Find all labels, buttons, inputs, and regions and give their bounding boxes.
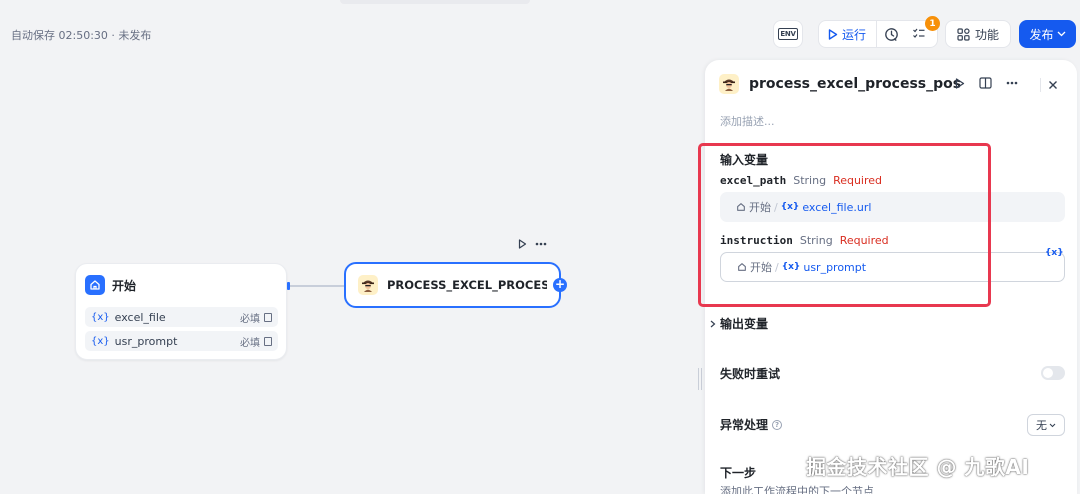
more-icon[interactable] [1006, 81, 1018, 85]
start-variable-row[interactable]: {x} usr_prompt 必填 [85, 331, 278, 351]
param-type: String [799, 234, 833, 247]
start-variable-row[interactable]: {x} excel_file 必填 [85, 307, 278, 327]
source-variable-name: excel_file.url [802, 200, 872, 214]
agent-avatar-icon [358, 275, 378, 295]
divider [1040, 78, 1041, 92]
history-clock-icon [884, 27, 898, 41]
process-node[interactable]: PROCESS_EXCEL_PROCESS_POST [344, 262, 561, 308]
watermark-text: 掘金技术社区 @ 九歌AI [806, 455, 1030, 479]
file-type-icon [264, 312, 272, 322]
autosave-status: 自动保存 02:50:30 · 未发布 [11, 29, 152, 42]
panel-resize-handle[interactable] [698, 368, 702, 390]
env-button[interactable]: ENV [773, 20, 803, 48]
output-variables-toggle[interactable]: 输出变量 [710, 315, 768, 332]
required-tag: 必填 [240, 334, 272, 349]
output-variables-title: 输出变量 [720, 317, 769, 331]
issues-badge: 1 [925, 16, 940, 31]
source-variable: {x} usr_prompt [782, 261, 866, 274]
home-icon [738, 263, 746, 271]
start-node-header: 开始 [85, 275, 136, 295]
variable-icon: {x} [781, 262, 801, 272]
variable-insert-icon[interactable]: {x} [1045, 248, 1064, 258]
chevron-down-icon [1057, 31, 1065, 37]
chevron-down-icon [1049, 423, 1056, 427]
publish-label: 发布 [1029, 27, 1054, 42]
env-icon: ENV [778, 28, 798, 40]
canvas-top-marker [340, 0, 530, 4]
instruction-value-selector[interactable]: 开始 / {x} usr_prompt [720, 252, 1065, 282]
variable-name: excel_file [114, 310, 166, 324]
source-node-name: 开始 [750, 261, 772, 274]
retry-toggle[interactable] [1041, 366, 1065, 380]
variable-icon: {x} [780, 202, 800, 212]
param-instruction: instruction String Required [720, 234, 889, 247]
process-node-title: PROCESS_EXCEL_PROCESS_POST [387, 278, 547, 292]
publish-button[interactable]: 发布 [1019, 20, 1076, 48]
run-node-icon[interactable] [518, 239, 527, 249]
source-node: 开始 [736, 199, 771, 215]
param-name: instruction [720, 234, 793, 247]
node-toolbar [518, 239, 547, 249]
more-icon[interactable] [535, 242, 547, 246]
required-label: 必填 [240, 337, 260, 349]
input-variables-title: 输入变量 [720, 153, 769, 167]
source-variable-name: usr_prompt [803, 260, 867, 274]
connection-edge[interactable] [290, 285, 344, 287]
next-step-title: 下一步 [720, 466, 757, 480]
exception-handling-value: 无 [1036, 419, 1047, 432]
panel-actions [955, 77, 1018, 89]
play-icon [828, 28, 838, 40]
param-name: excel_path [720, 174, 787, 187]
help-icon[interactable]: ? [772, 419, 783, 430]
text-type-icon [264, 336, 272, 346]
checklist-icon [913, 28, 925, 38]
excel-path-value-selector[interactable]: 开始 / {x} excel_file.url [720, 192, 1065, 222]
param-type: String [793, 174, 827, 187]
exception-handling-text: 异常处理 [720, 418, 769, 432]
source-node-name: 开始 [749, 201, 771, 214]
exception-handling-select[interactable]: 无 [1027, 414, 1065, 436]
run-step-icon[interactable] [955, 77, 965, 89]
run-label: 运行 [842, 27, 867, 42]
path-separator: / [774, 200, 778, 214]
param-required: Required [833, 174, 883, 187]
node-config-panel: process_excel_process_pos 添加描述... 输入变量 e… [705, 60, 1077, 494]
history-button[interactable] [877, 21, 905, 47]
home-icon [737, 203, 745, 211]
help-book-icon[interactable] [979, 77, 992, 89]
description-input[interactable]: 添加描述... [720, 113, 775, 129]
path-separator: / [775, 260, 779, 274]
panel-title[interactable]: process_excel_process_pos [749, 76, 961, 92]
source-node: 开始 [737, 259, 772, 275]
agent-avatar-icon [719, 74, 739, 94]
chevron-right-icon [710, 320, 716, 327]
start-node[interactable]: 开始 {x} excel_file 必填 {x} usr_prompt 必填 [75, 263, 287, 360]
param-excel-path: excel_path String Required [720, 174, 882, 187]
start-node-title: 开始 [112, 278, 137, 293]
run-toolbar: 运行 [818, 20, 938, 48]
features-button[interactable]: 功能 [945, 20, 1011, 48]
required-tag: 必填 [240, 310, 272, 325]
param-required: Required [839, 234, 889, 247]
source-variable: {x} excel_file.url [781, 201, 872, 214]
variable-name: usr_prompt [114, 334, 178, 348]
retry-on-failure-label: 失败时重试 [720, 367, 781, 381]
exception-handling-label: 异常处理 ? [720, 416, 783, 433]
run-button[interactable]: 运行 [819, 21, 878, 47]
add-next-node-icon[interactable]: + [553, 278, 567, 292]
features-grid-icon [957, 27, 970, 41]
home-icon [85, 275, 105, 295]
required-label: 必填 [240, 313, 260, 325]
variable-icon: {x} [91, 311, 110, 323]
close-icon[interactable] [1048, 80, 1058, 90]
features-label: 功能 [974, 27, 999, 42]
variable-icon: {x} [91, 335, 110, 347]
next-step-description: 添加此工作流程中的下一个节点 [720, 485, 874, 494]
